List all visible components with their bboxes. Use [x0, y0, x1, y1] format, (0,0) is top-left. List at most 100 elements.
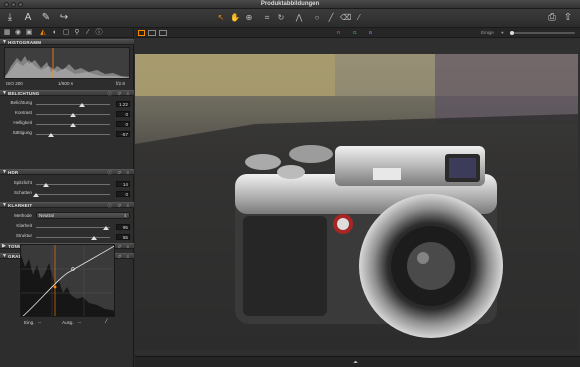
slider-value-field[interactable]: 0	[116, 121, 130, 127]
hdr-title: HDR	[8, 170, 19, 175]
slider-value-field[interactable]: 0	[116, 191, 130, 197]
collapse-triangle-icon: ▼	[2, 39, 7, 45]
reset-icon[interactable]: ↺	[117, 203, 123, 208]
compare-view-icon[interactable]	[159, 30, 167, 36]
eraser-icon[interactable]: ⌫	[340, 13, 351, 23]
menu-icon[interactable]: ≡	[126, 244, 131, 249]
filmstrip-toggle-icon[interactable]: ⏶	[353, 360, 358, 367]
slider-knob[interactable]	[78, 103, 85, 107]
section-actions: ⓘ ↺ ≡	[108, 170, 131, 176]
info-icon[interactable]: ⓘ	[108, 91, 115, 96]
local-tab-icon[interactable]: ⁄	[84, 29, 92, 37]
slider-knob[interactable]	[70, 113, 76, 117]
detail-tab-icon[interactable]: ⚲	[73, 29, 81, 37]
slider-label: Kontrast	[14, 110, 32, 115]
method-label: Methode	[14, 213, 32, 218]
hand-icon[interactable]: ✋	[230, 13, 240, 23]
rotate-icon[interactable]: ↻	[276, 13, 286, 23]
viewer-status-text: Einige	[481, 30, 494, 35]
user-icon[interactable]: ●	[501, 30, 504, 35]
info-icon[interactable]: ⓘ	[108, 170, 115, 175]
clarity-section-header[interactable]: ▼ KLARHEIT ⓘ ↺ ≡	[0, 202, 134, 208]
title-bar: Produktabbildungen	[0, 0, 580, 9]
zoom-slider[interactable]	[510, 31, 575, 35]
reset-icon[interactable]: ↺	[117, 91, 123, 96]
slider-label: Helligkeit	[13, 120, 32, 125]
circle-icon[interactable]: ○	[312, 13, 322, 23]
main-toolbar: ⤓ A ✎ ↪ ↖ ✋ ⊕ ⌗ ↻ ⋀ ○ ╱ ⌫ ⁄ ⎙ ⇧	[0, 9, 580, 28]
reset-icon[interactable]: ↺	[117, 254, 123, 259]
single-view-icon[interactable]	[148, 30, 156, 36]
slider-knob[interactable]	[33, 193, 39, 197]
zoom-slider-knob[interactable]	[510, 31, 514, 35]
slider-label: Belichtung	[10, 100, 32, 105]
camera-tab-icon[interactable]: ▣	[25, 29, 33, 37]
shutter-readout: 1/600 s	[58, 81, 74, 86]
text-icon[interactable]: A	[22, 12, 34, 24]
curve-input-label: Eing.	[24, 320, 35, 325]
loupe-icon[interactable]: ⊕	[244, 13, 254, 23]
color-tab-icon[interactable]: ◐	[51, 29, 59, 37]
window-title: Produktabbildungen	[260, 1, 320, 7]
section-actions: ⓘ ↺ ≡	[108, 203, 131, 209]
slider-track[interactable]	[36, 194, 110, 195]
dropdown-arrow-icon: ⇕	[123, 213, 127, 218]
print-icon[interactable]: ⎙	[546, 12, 558, 24]
blue-channel-label: B	[369, 30, 373, 35]
keystone-icon[interactable]: ⋀	[294, 13, 304, 23]
clarity-method-dropdown[interactable]: Neutral ⇕	[36, 212, 130, 219]
histogram-section-header[interactable]: ▼ HISTOGRAMM	[0, 39, 134, 45]
exposure-tab-icon[interactable]: ◭	[39, 29, 47, 37]
slider-track[interactable]	[36, 237, 110, 238]
slider-value-field[interactable]: 55	[116, 234, 130, 240]
slider-track[interactable]	[36, 104, 110, 105]
iso-readout: ISO 200	[6, 81, 23, 86]
image-viewer[interactable]	[135, 38, 580, 355]
collapse-triangle-icon: ▼	[2, 90, 7, 96]
curve-graph[interactable]	[20, 244, 115, 317]
slider-label: Sättigung	[12, 130, 32, 135]
pen-icon[interactable]: ✎	[40, 12, 52, 24]
info-tab-icon[interactable]: ⓘ	[95, 29, 103, 37]
exposure-section-header[interactable]: ▼ BELICHTUNG ⓘ ↺ ≡	[0, 90, 134, 96]
menu-icon[interactable]: ≡	[126, 203, 131, 208]
slider-label: Struktur	[15, 233, 32, 238]
crop-icon[interactable]: ⌗	[262, 13, 272, 23]
curve-picker-icon[interactable]: ⁄	[106, 319, 107, 325]
slider-knob[interactable]	[70, 123, 76, 127]
lens-tab-icon[interactable]: ▢	[62, 29, 70, 37]
brush-icon[interactable]: ╱	[326, 13, 336, 23]
product-photo[interactable]	[135, 54, 578, 350]
slider-value-field[interactable]: 0	[116, 111, 130, 117]
library-tab-icon[interactable]: ▦	[3, 29, 11, 37]
slider-knob[interactable]	[103, 226, 110, 230]
slider-value-field[interactable]: 1.22	[116, 101, 130, 107]
capture-tab-icon[interactable]: ◉	[14, 29, 22, 37]
import-icon[interactable]: ⤓	[4, 12, 16, 24]
expand-triangle-icon: ▶	[2, 243, 6, 249]
green-channel-label: G	[353, 30, 357, 35]
slider-track[interactable]	[36, 227, 110, 228]
cursor-icon[interactable]: ↖	[216, 13, 226, 23]
slider-value-field[interactable]: 95	[116, 224, 130, 230]
grid-view-icon[interactable]	[138, 30, 145, 36]
picker-icon[interactable]: ⁄	[354, 13, 364, 23]
menu-icon[interactable]: ≡	[126, 91, 131, 96]
slider-value-field[interactable]: 14	[116, 181, 130, 187]
viewer-bottom-bar: ⏶	[135, 356, 580, 367]
info-icon[interactable]: ⓘ	[108, 203, 115, 208]
slider-knob[interactable]	[43, 183, 50, 187]
red-channel-label: R	[337, 30, 341, 35]
reset-icon[interactable]: ↺	[117, 170, 123, 175]
menu-icon[interactable]: ≡	[126, 254, 131, 259]
menu-icon[interactable]: ≡	[126, 170, 131, 175]
redo-icon[interactable]: ↪	[58, 12, 70, 24]
slider-knob[interactable]	[90, 236, 97, 240]
reset-icon[interactable]: ↺	[117, 244, 123, 249]
export-icon[interactable]: ⇧	[562, 12, 574, 24]
hdr-section-header[interactable]: ▼ HDR ⓘ ↺ ≡	[0, 169, 134, 175]
slider-knob[interactable]	[47, 133, 54, 137]
clarity-method-value: Neutral	[39, 213, 54, 218]
exposure-title: BELICHTUNG	[8, 91, 40, 96]
slider-value-field[interactable]: -57	[116, 131, 130, 137]
